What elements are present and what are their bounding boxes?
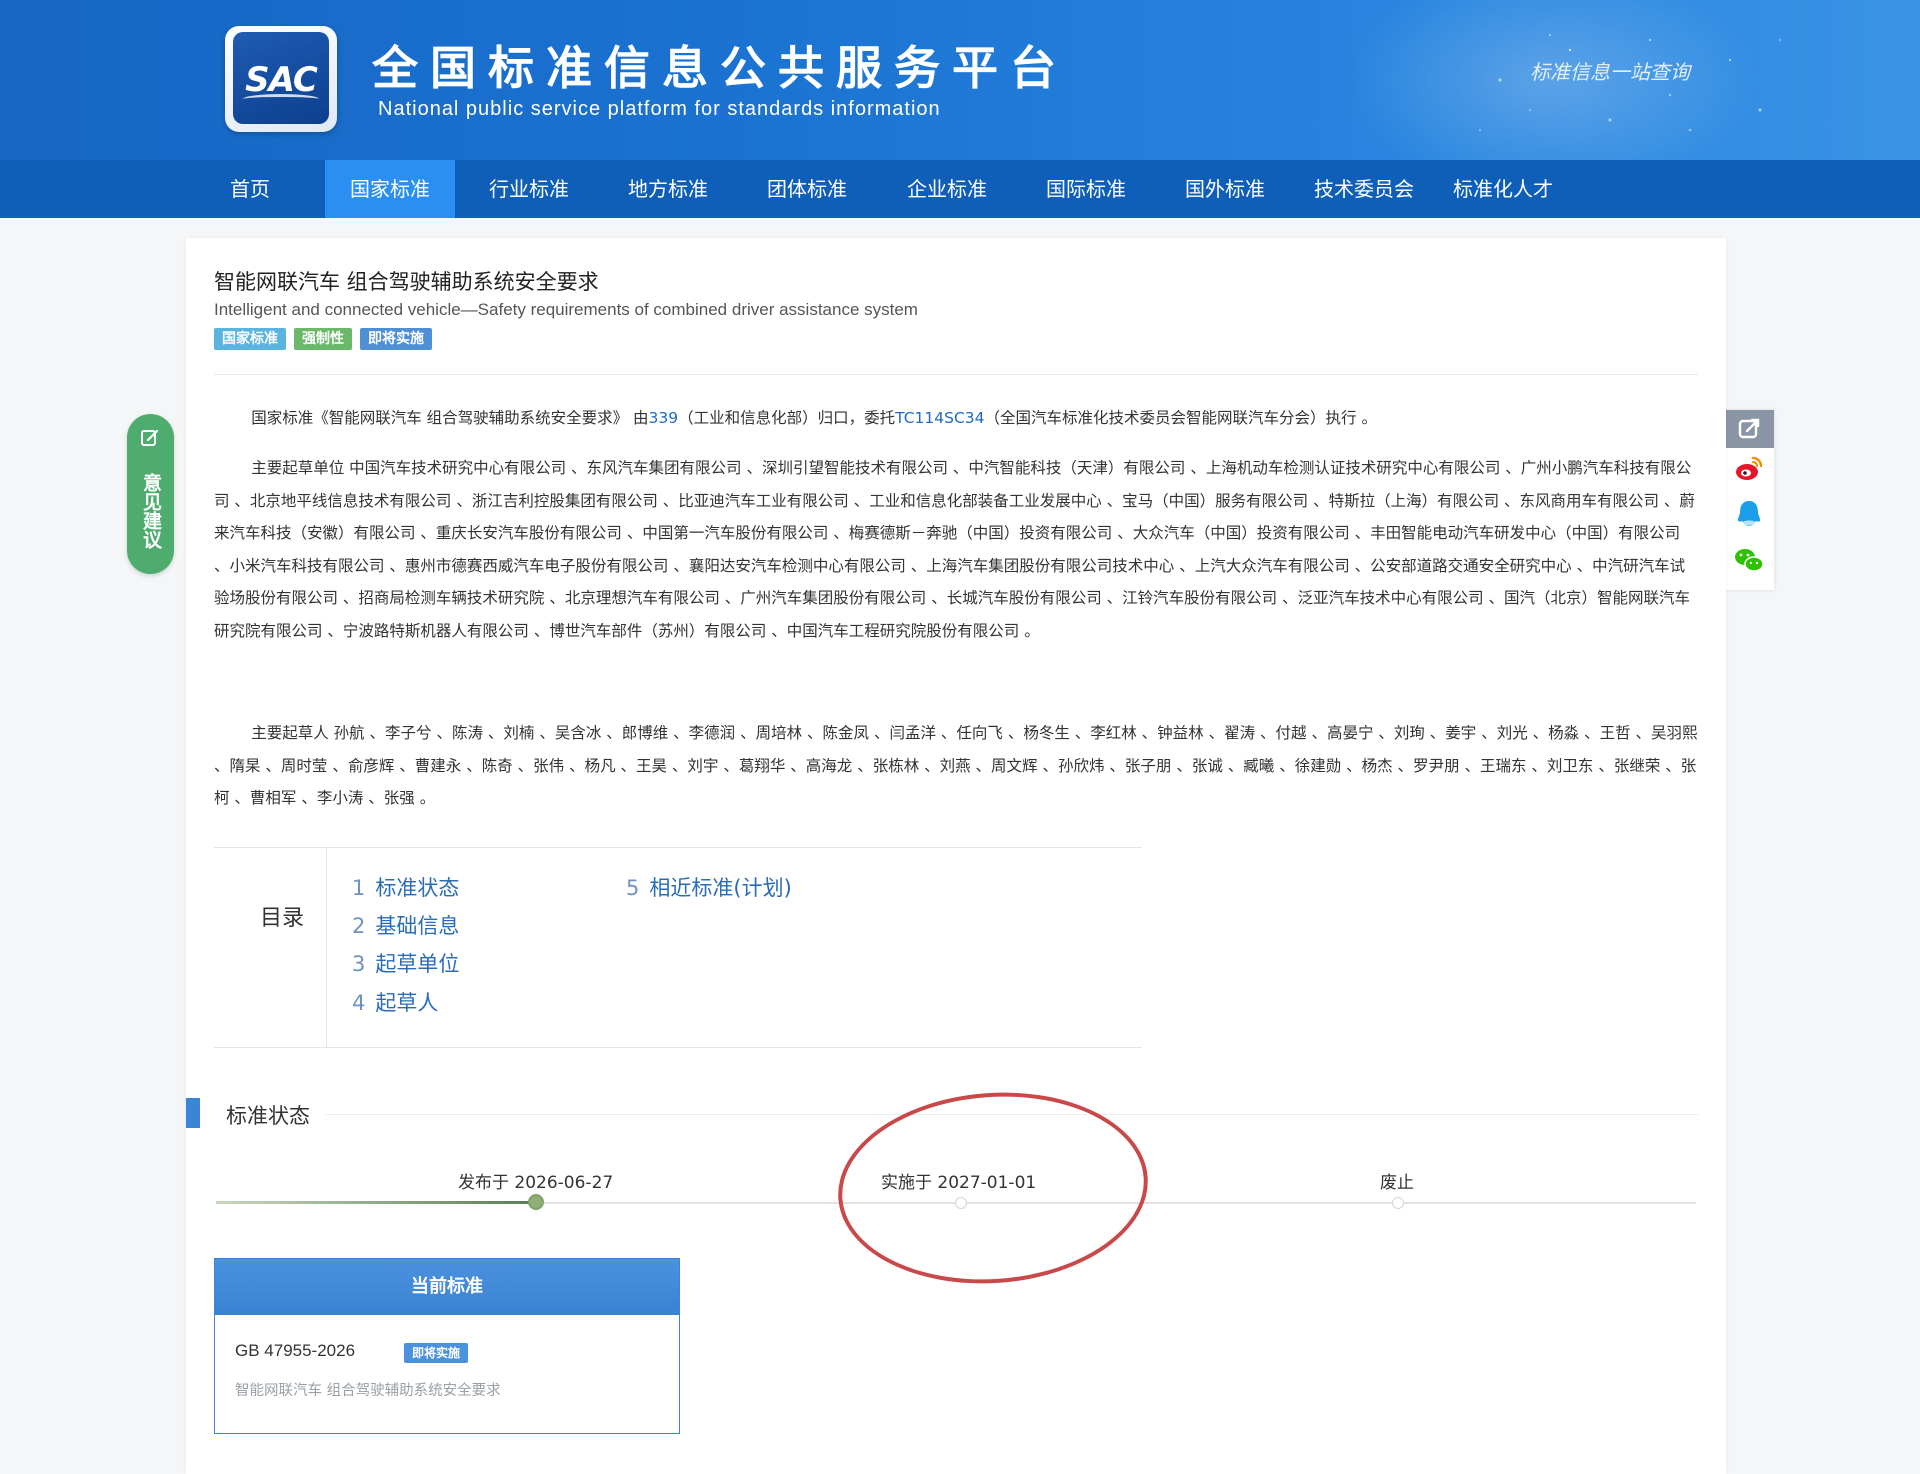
logo-swoosh (243, 94, 319, 104)
toc-item-similar-standards[interactable]: 5 相近标准(计划) (626, 872, 792, 902)
timeline-dot-published (528, 1194, 544, 1210)
nav-technical-committee[interactable]: 技术委员会 (1299, 160, 1429, 218)
section-marker (186, 1098, 200, 1128)
standard-code[interactable]: GB 47955-2026 (235, 1341, 355, 1361)
nav-foreign-standard[interactable]: 国外标准 (1160, 160, 1290, 218)
logo-badge: SAC (233, 32, 329, 124)
standard-badges: 国家标准 强制性 即将实施 (214, 328, 440, 352)
toc-item-label: 起草人 (375, 991, 439, 1015)
timeline-label-abolished: 废止 (1380, 1173, 1414, 1193)
site-header: SAC 全国标准信息公共服务平台 National public service… (0, 0, 1920, 160)
toc-num: 4 (352, 991, 366, 1015)
qq-icon[interactable] (1733, 498, 1765, 530)
tc-code-link[interactable]: TC114SC34 (895, 409, 984, 427)
main-nav: 首页 国家标准 行业标准 地方标准 团体标准 企业标准 国际标准 国外标准 技术… (0, 160, 1920, 218)
toc-item-status[interactable]: 1 标准状态 (352, 872, 459, 902)
table-of-contents: 目录 1 标准状态 2 基础信息 3 起草单位 4 起草人 5 相近标准(计划) (214, 847, 1142, 1048)
toc-item-label: 起草单位 (375, 952, 460, 976)
nav-national-standard[interactable]: 国家标准 (325, 160, 455, 218)
nav-home[interactable]: 首页 (185, 160, 315, 218)
timeline-progress (216, 1201, 536, 1204)
feedback-label: 意见建议 (140, 473, 162, 549)
timeline-label-published: 发布于 2026-06-27 (458, 1173, 614, 1193)
edit-icon (141, 429, 159, 446)
toc-num: 2 (352, 914, 366, 938)
toc-num: 3 (352, 952, 366, 976)
share-header[interactable] (1724, 410, 1774, 448)
weibo-icon[interactable] (1733, 452, 1765, 484)
toc-item-drafting-units[interactable]: 3 起草单位 (352, 948, 459, 978)
toc-item-drafters[interactable]: 4 起草人 (352, 987, 438, 1017)
status-badge: 即将实施 (404, 1343, 469, 1363)
badge-mandatory: 强制性 (294, 328, 352, 350)
title-divider (214, 374, 1698, 375)
nav-standardization-talent[interactable]: 标准化人才 (1438, 160, 1568, 218)
drafters-paragraph: 主要起草人 孙航 、李子兮 、陈涛 、刘楠 、吴含冰 、郎博维 、李德润 、周培… (214, 724, 1698, 808)
nav-enterprise-standard[interactable]: 企业标准 (882, 160, 1012, 218)
decorative-stars (1479, 34, 1781, 132)
intro-paragraph: 国家标准《智能网联汽车 组合驾驶辅助系统安全要求》 由339（工业和信息化部）归… (214, 402, 1698, 435)
badge-upcoming: 即将实施 (360, 328, 432, 350)
status-section-title: 标准状态 (226, 1104, 310, 1128)
feedback-button[interactable]: 意见建议 (127, 414, 174, 574)
drafting-units-paragraph: 主要起草单位 中国汽车技术研究中心有限公司 、东风汽车集团有限公司 、深圳引望智… (214, 459, 1695, 640)
site-slogan: 标准信息一站查询 (1530, 60, 1690, 84)
dept-code-link[interactable]: 339 (649, 409, 679, 427)
toc-item-label: 相近标准(计划) (649, 876, 792, 900)
standard-detail-panel: 智能网联汽车 组合驾驶辅助系统安全要求 Intelligent and conn… (186, 238, 1726, 1474)
standard-title: 智能网联汽车 组合驾驶辅助系统安全要求 (214, 270, 599, 294)
timeline-dot-abolished (1392, 1197, 1404, 1209)
toc-item-basic-info[interactable]: 2 基础信息 (352, 910, 459, 940)
toc-label: 目录 (260, 906, 305, 931)
standard-name: 智能网联汽车 组合驾驶辅助系统安全要求 (235, 1383, 501, 1399)
toc-num: 5 (626, 876, 640, 900)
site-subtitle: National public service platform for sta… (378, 98, 941, 120)
toc-divider (326, 848, 327, 1047)
share-icon (1738, 418, 1760, 439)
site-title: 全国标准信息公共服务平台 (372, 41, 1068, 95)
standard-title-en: Intelligent and connected vehicle—Safety… (214, 300, 918, 319)
badge-national-standard: 国家标准 (214, 328, 286, 350)
share-bar (1724, 410, 1774, 590)
current-standard-card[interactable]: 当前标准 GB 47955-2026 即将实施 智能网联汽车 组合驾驶辅助系统安… (214, 1258, 680, 1434)
nav-group-standard[interactable]: 团体标准 (742, 160, 872, 218)
intro-tc-text: （全国汽车标准化技术委员会智能网联汽车分会）执行 。 (984, 409, 1377, 427)
toc-item-label: 标准状态 (375, 876, 460, 900)
nav-international-standard[interactable]: 国际标准 (1021, 160, 1151, 218)
toc-num: 1 (352, 876, 366, 900)
card-header: 当前标准 (215, 1259, 679, 1315)
nav-industry-standard[interactable]: 行业标准 (464, 160, 594, 218)
intro-prefix: 国家标准《智能网联汽车 组合驾驶辅助系统安全要求》 由 (251, 409, 649, 427)
nav-local-standard[interactable]: 地方标准 (603, 160, 733, 218)
sac-logo[interactable]: SAC (225, 26, 337, 132)
wechat-icon[interactable] (1733, 544, 1765, 576)
intro-dept-text: （工业和信息化部）归口，委托 (678, 409, 896, 427)
toc-item-label: 基础信息 (375, 914, 460, 938)
